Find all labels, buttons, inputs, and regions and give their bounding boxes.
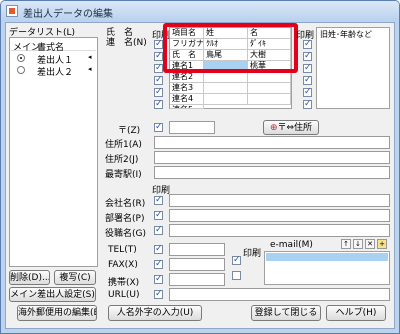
title-bar[interactable]: 差出人データの編集	[1, 1, 399, 21]
email-list-item-selected[interactable]	[266, 253, 388, 261]
dept-label: 部署名(P)	[105, 214, 145, 224]
zip-print-checkbox[interactable]	[154, 122, 163, 132]
print-checkbox[interactable]	[154, 87, 163, 97]
datalist-panel: メイン 書式名 差出人１ ◂ 差出人２ ◂	[9, 37, 98, 267]
gaiji-input-button[interactable]: 人名外字の入力(U)	[108, 305, 202, 321]
table-cell: 連名4	[170, 94, 204, 105]
fax-print-checkbox[interactable]	[154, 259, 163, 269]
move-down-icon[interactable]: ↓	[353, 239, 363, 249]
delete-icon[interactable]: ✕	[365, 239, 375, 249]
company-input[interactable]	[169, 194, 390, 207]
print-checkbox[interactable]	[303, 75, 312, 85]
print-checkbox[interactable]	[154, 99, 163, 109]
name-label: 氏 名 連 名(N)	[106, 28, 147, 48]
app-icon	[6, 5, 18, 17]
address2-label: 住所2(J)	[105, 155, 139, 165]
new-entry-icon[interactable]: +	[377, 239, 387, 249]
tel-label: TEL(T)	[108, 245, 137, 255]
mobile-label: 携帯(X)	[108, 278, 140, 288]
title-label: 役職名(G)	[105, 229, 146, 239]
url-print-checkbox[interactable]	[154, 289, 163, 299]
highlight-box	[163, 23, 298, 73]
old-name-header: 旧姓･年齢など	[320, 30, 372, 39]
print-checkbox[interactable]	[154, 51, 163, 61]
datalist-item[interactable]: 差出人２ ◂	[11, 65, 96, 78]
email-print-checkbox[interactable]	[232, 271, 241, 280]
table-cell[interactable]	[248, 94, 291, 105]
dept-input[interactable]	[169, 209, 390, 222]
overseas-mail-edit-button[interactable]: 海外郵便用の編集(B)	[17, 305, 97, 321]
delete-button[interactable]: 削除(D)...	[9, 270, 50, 285]
address1-input[interactable]	[154, 136, 390, 149]
zip-label: 〒(Z)	[118, 126, 141, 136]
datalist-item-label: 差出人２	[37, 68, 74, 78]
mobile-print-checkbox[interactable]	[154, 274, 163, 284]
table-cell: 連名3	[170, 83, 204, 94]
table-cell[interactable]	[204, 83, 248, 94]
print-checkbox[interactable]	[154, 63, 163, 73]
arrow-left-icon: ◂	[88, 53, 92, 61]
print-checkbox[interactable]	[303, 39, 312, 49]
window-title: 差出人データの編集	[23, 9, 113, 20]
arrow-left-icon: ◂	[88, 65, 92, 73]
url-label: URL(U)	[108, 290, 140, 300]
address2-input[interactable]	[154, 151, 390, 164]
main-radio[interactable]	[17, 54, 25, 62]
tel-print-checkbox[interactable]	[154, 244, 163, 254]
table-cell[interactable]	[248, 72, 291, 83]
company-label: 会社名(R)	[105, 199, 146, 209]
zip-address-button[interactable]: ⊕〒⇔住所	[263, 120, 319, 135]
main-sender-setting-button[interactable]: メイン差出人設定(S)	[9, 287, 96, 302]
table-cell[interactable]	[248, 83, 291, 94]
fax-input[interactable]	[169, 258, 225, 271]
table-cell[interactable]	[204, 72, 248, 83]
main-radio[interactable]	[17, 66, 25, 74]
station-input[interactable]	[154, 166, 390, 179]
move-up-icon[interactable]: ↑	[341, 239, 351, 249]
title-print-checkbox[interactable]	[154, 225, 163, 235]
company-print-checkbox[interactable]	[154, 195, 163, 205]
table-cell: 連名5	[170, 105, 204, 109]
dept-print-checkbox[interactable]	[154, 210, 163, 220]
url-input[interactable]	[169, 288, 390, 301]
mobile-input[interactable]	[169, 273, 225, 286]
table-cell: 連名2	[170, 72, 204, 83]
col-main-header: メイン	[13, 43, 41, 53]
col-name-header: 書式名	[37, 43, 65, 53]
print-checkbox[interactable]	[154, 39, 163, 49]
title-input[interactable]	[169, 224, 390, 237]
print-checkbox[interactable]	[303, 87, 312, 97]
email-list[interactable]	[264, 251, 390, 285]
old-name-table[interactable]: 旧姓･年齢など	[316, 27, 390, 109]
zip-address-label: 〒⇔住所	[277, 123, 313, 133]
zip-input[interactable]	[169, 121, 215, 134]
copy-button[interactable]: 複写(C)	[54, 270, 96, 285]
station-label: 最寄駅(I)	[105, 170, 142, 180]
datalist-header: メイン 書式名	[11, 39, 96, 53]
print-checkbox[interactable]	[303, 51, 312, 61]
print-checkbox[interactable]	[154, 75, 163, 85]
email-print-checkbox[interactable]	[232, 255, 241, 265]
email-label: e-mail(M)	[270, 240, 313, 250]
datalist-item[interactable]: 差出人１ ◂	[11, 53, 96, 66]
tel-input[interactable]	[169, 243, 225, 256]
help-button[interactable]: ヘルプ(H)	[326, 305, 386, 321]
register-close-button[interactable]: 登録して閉じる	[251, 305, 321, 321]
address1-label: 住所1(A)	[105, 140, 142, 150]
email-print-label: 印刷	[243, 249, 262, 259]
print-checkbox[interactable]	[303, 99, 312, 109]
print-checkbox[interactable]	[303, 63, 312, 73]
fax-label: FAX(X)	[108, 260, 138, 270]
table-cell[interactable]	[204, 94, 248, 105]
zip-address-icon: ⊕	[269, 123, 278, 133]
